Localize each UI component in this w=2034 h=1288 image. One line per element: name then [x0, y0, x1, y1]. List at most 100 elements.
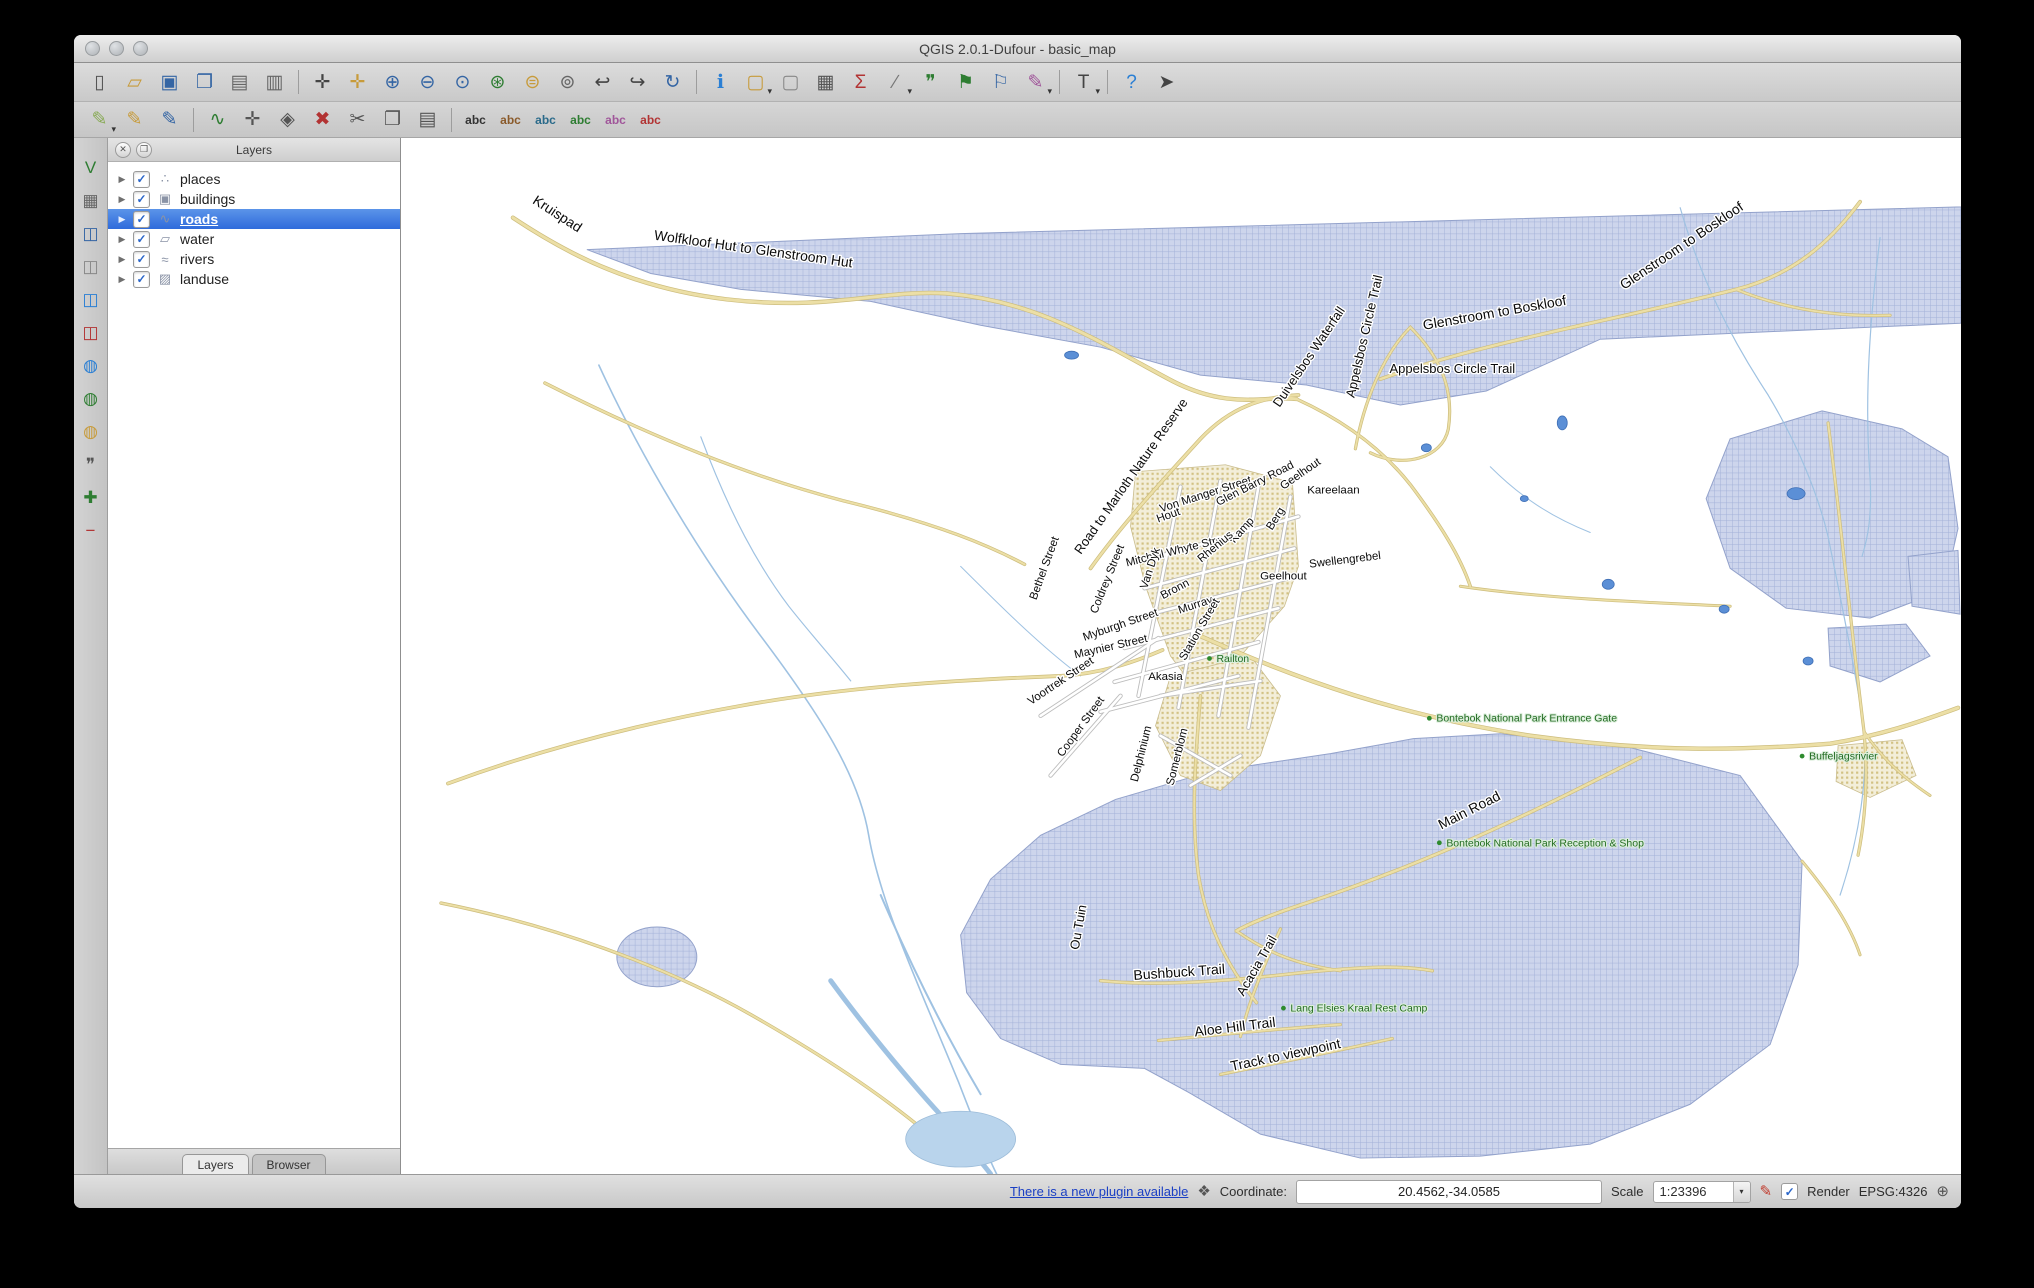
layers-panel-header[interactable]: ✕ ❐ Layers: [108, 138, 400, 162]
zoom-last-button[interactable]: ↩: [585, 67, 620, 97]
save-project-as-button[interactable]: ❐: [187, 67, 222, 97]
select-features-button[interactable]: ▢▾: [738, 67, 773, 97]
copy-features-button[interactable]: ❐: [375, 105, 410, 135]
zoom-next-button[interactable]: ↪: [620, 67, 655, 97]
layer-visibility-checkbox[interactable]: ✓: [133, 211, 150, 228]
render-painter-icon[interactable]: ✎: [1760, 1184, 1773, 1199]
label-pin-unpin-button[interactable]: abc: [493, 105, 528, 135]
plugin-available-link[interactable]: There is a new plugin available: [1010, 1184, 1189, 1199]
label-move-button[interactable]: abc: [563, 105, 598, 135]
tab-browser[interactable]: Browser: [252, 1154, 326, 1174]
map-area[interactable]: KruispadWolfkloof Hut to Glenstroom HutG…: [401, 138, 1961, 1174]
layer-visibility-checkbox[interactable]: ✓: [133, 231, 150, 248]
label-rotate-button[interactable]: abc: [598, 105, 633, 135]
layer-visibility-checkbox[interactable]: ✓: [133, 271, 150, 288]
field-calculator-button[interactable]: Σ: [843, 67, 878, 97]
status-bar: There is a new plugin available ❖ Coordi…: [74, 1174, 1961, 1208]
add-spatialite-layer-button[interactable]: ◫: [77, 253, 105, 279]
add-delimited-text-layer-button[interactable]: ❞: [77, 451, 105, 477]
composer-manager-button[interactable]: ▥: [257, 67, 292, 97]
minimize-button[interactable]: [109, 41, 124, 56]
zoom-out-button[interactable]: ⊖: [410, 67, 445, 97]
annotation-button[interactable]: ✎▾: [1018, 67, 1053, 97]
toggle-editing-button[interactable]: ✎: [117, 105, 152, 135]
save-project-button[interactable]: ▣: [152, 67, 187, 97]
panel-detach-button[interactable]: ❐: [136, 142, 152, 158]
layer-row-roads[interactable]: ▶✓∿roads: [108, 209, 400, 229]
zoom-full-button[interactable]: ⊛: [480, 67, 515, 97]
layer-row-water[interactable]: ▶✓▱water: [108, 229, 400, 249]
current-edits-button[interactable]: ✎▾: [82, 105, 117, 135]
dropdown-caret-icon: ▾: [907, 86, 912, 97]
layer-visibility-checkbox[interactable]: ✓: [133, 251, 150, 268]
tab-layers[interactable]: Layers: [182, 1154, 248, 1174]
map-canvas[interactable]: KruispadWolfkloof Hut to Glenstroom HutG…: [401, 138, 1961, 1174]
new-print-composer-button[interactable]: ▤: [222, 67, 257, 97]
window-titlebar[interactable]: QGIS 2.0.1-Dufour - basic_map: [74, 35, 1961, 63]
render-checkbox[interactable]: ✓: [1781, 1183, 1798, 1200]
pan-to-selection-button[interactable]: ✛: [340, 67, 375, 97]
move-feature-button[interactable]: ✛: [235, 105, 270, 135]
paste-features-button[interactable]: ▤: [410, 105, 445, 135]
crs-status-icon[interactable]: ⊕: [1936, 1184, 1949, 1199]
layer-visibility-checkbox[interactable]: ✓: [133, 171, 150, 188]
map-refresh-button[interactable]: ↻: [655, 67, 690, 97]
disclosure-arrow-icon[interactable]: ▶: [117, 254, 127, 265]
delete-selected-button[interactable]: ✖: [305, 105, 340, 135]
show-bookmarks-button[interactable]: ⚐: [983, 67, 1018, 97]
new-project-button[interactable]: ▯: [82, 67, 117, 97]
identify-features-button[interactable]: ℹ: [703, 67, 738, 97]
disclosure-arrow-icon[interactable]: ▶: [117, 194, 127, 205]
open-attribute-table-button[interactable]: ▦: [808, 67, 843, 97]
add-wms-layer-button[interactable]: ◍: [77, 352, 105, 378]
close-button[interactable]: [85, 41, 100, 56]
disclosure-arrow-icon[interactable]: ▶: [117, 214, 127, 225]
cut-features-button[interactable]: ✂: [340, 105, 375, 135]
layer-row-landuse[interactable]: ▶✓▨landuse: [108, 269, 400, 289]
label-change-properties-button[interactable]: abc: [633, 105, 668, 135]
add-postgis-layer-button[interactable]: ◫: [77, 220, 105, 246]
zoom-in-button[interactable]: ⊕: [375, 67, 410, 97]
coordinate-input[interactable]: [1296, 1180, 1602, 1204]
labeling-button[interactable]: T▾: [1066, 67, 1101, 97]
scale-combo[interactable]: 1:23396 ▾: [1653, 1181, 1751, 1203]
zoom-actual-button[interactable]: ⊙: [445, 67, 480, 97]
add-raster-layer-button[interactable]: ▦: [77, 187, 105, 213]
pan-map-button[interactable]: ✛: [305, 67, 340, 97]
remove-layer-group-button[interactable]: −: [77, 517, 105, 543]
disclosure-arrow-icon[interactable]: ▶: [117, 174, 127, 185]
disclosure-arrow-icon[interactable]: ▶: [117, 234, 127, 245]
layer-row-buildings[interactable]: ▶✓▣buildings: [108, 189, 400, 209]
place-label: Bontebok National Park Entrance Gate: [1436, 714, 1617, 725]
new-bookmark-button[interactable]: ⚑: [948, 67, 983, 97]
save-layer-edits-button[interactable]: ✎: [152, 105, 187, 135]
whats-this-button[interactable]: ➤: [1149, 67, 1184, 97]
disclosure-arrow-icon[interactable]: ▶: [117, 274, 127, 285]
add-vector-layer-button[interactable]: V: [77, 154, 105, 180]
node-tool-button[interactable]: ◈: [270, 105, 305, 135]
zoom-to-selection-button[interactable]: ⊜: [515, 67, 550, 97]
measure-button[interactable]: ∕▾: [878, 67, 913, 97]
label-highlight-pinned-button[interactable]: abc: [528, 105, 563, 135]
zoom-to-layer-button[interactable]: ⊚: [550, 67, 585, 97]
new-shapefile-layer-button[interactable]: ✚: [77, 484, 105, 510]
open-project-button[interactable]: ▱: [117, 67, 152, 97]
combo-arrow-icon[interactable]: ▾: [1733, 1182, 1750, 1202]
add-oracle-layer-button[interactable]: ◫: [77, 319, 105, 345]
add-wfs-layer-button[interactable]: ◍: [77, 418, 105, 444]
plugin-icon[interactable]: ❖: [1197, 1184, 1210, 1199]
add-mssql-layer-button[interactable]: ◫: [77, 286, 105, 312]
zoom-button[interactable]: [133, 41, 148, 56]
deselect-features-button[interactable]: ▢: [773, 67, 808, 97]
panel-close-button[interactable]: ✕: [115, 142, 131, 158]
layer-visibility-checkbox[interactable]: ✓: [133, 191, 150, 208]
help-contents-button[interactable]: ?: [1114, 67, 1149, 97]
layer-row-places[interactable]: ▶✓∴places: [108, 169, 400, 189]
add-wcs-layer-button[interactable]: ◍: [77, 385, 105, 411]
layer-label: places: [180, 171, 220, 187]
map-tips-button[interactable]: ❞: [913, 67, 948, 97]
layer-row-rivers[interactable]: ▶✓≈rivers: [108, 249, 400, 269]
dropdown-caret-icon: ▾: [111, 124, 116, 135]
layer-labeling-options-button[interactable]: abc: [458, 105, 493, 135]
add-feature-button[interactable]: ∿: [200, 105, 235, 135]
